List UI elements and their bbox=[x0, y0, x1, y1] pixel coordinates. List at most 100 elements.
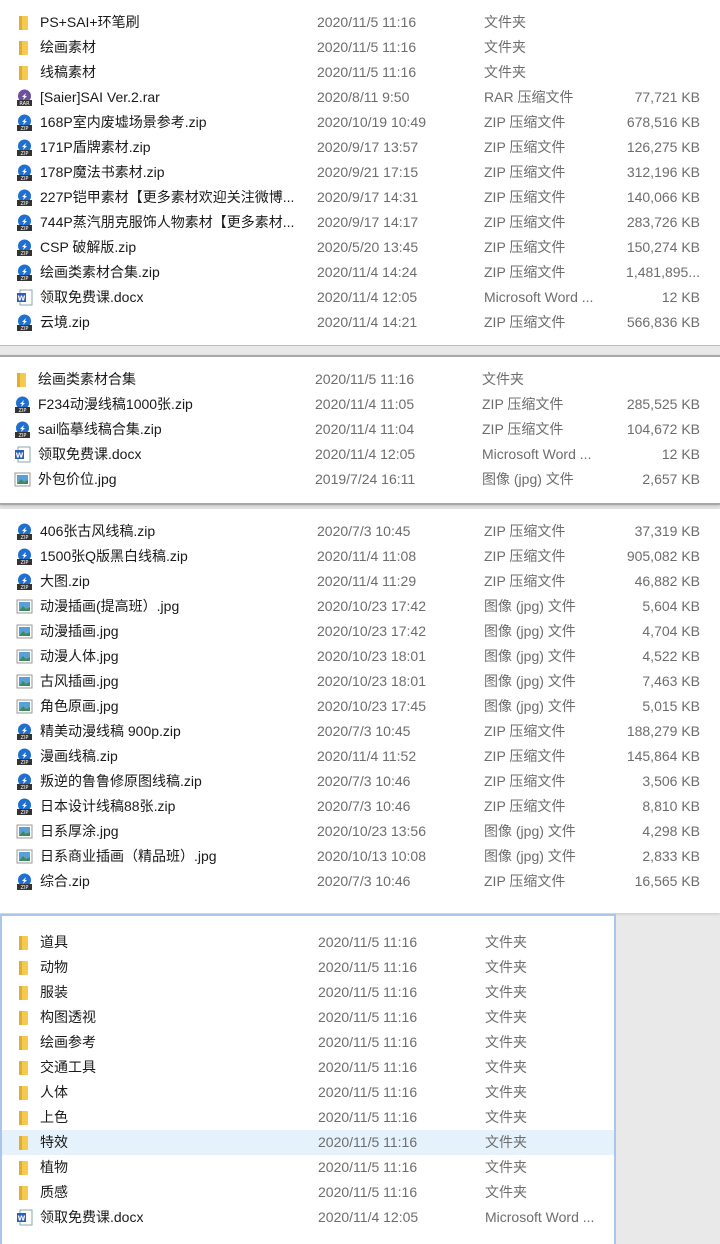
svg-text:W: W bbox=[18, 1215, 26, 1223]
file-row[interactable]: RAR [Saier]SAI Ver.2.rar 2020/8/11 9:50 … bbox=[0, 85, 720, 110]
file-date: 2020/11/5 11:16 bbox=[318, 1009, 418, 1025]
file-row[interactable]: ZIP 精美动漫线稿 900p.zip 2020/7/3 10:45 ZIP 压… bbox=[0, 719, 720, 744]
file-date: 2020/11/5 11:16 bbox=[318, 934, 418, 950]
folder-icon bbox=[16, 1184, 33, 1201]
file-row[interactable]: 道具 2020/11/5 11:16 文件夹 bbox=[2, 930, 614, 955]
svg-text:RAR: RAR bbox=[19, 101, 30, 106]
file-date: 2020/10/23 18:01 bbox=[317, 673, 426, 689]
word-icon: W bbox=[16, 289, 33, 306]
file-row[interactable]: 特效 2020/11/5 11:16 文件夹 bbox=[2, 1130, 614, 1155]
file-size: 4,522 KB bbox=[642, 648, 700, 664]
file-row[interactable]: 上色 2020/11/5 11:16 文件夹 bbox=[2, 1105, 614, 1130]
file-name: 交通工具 bbox=[40, 1059, 96, 1075]
file-name: [Saier]SAI Ver.2.rar bbox=[40, 89, 160, 105]
file-row[interactable]: ZIP 综合.zip 2020/7/3 10:46 ZIP 压缩文件 16,56… bbox=[0, 869, 720, 894]
file-row[interactable]: 古风插画.jpg 2020/10/23 18:01 图像 (jpg) 文件 7,… bbox=[0, 669, 720, 694]
file-row[interactable]: 服装 2020/11/5 11:16 文件夹 bbox=[2, 980, 614, 1005]
file-name: PS+SAI+环笔刷 bbox=[40, 14, 140, 30]
file-row[interactable]: ZIP 744P蒸汽朋克服饰人物素材【更多素材... 2020/9/17 14:… bbox=[0, 210, 720, 235]
file-size: 1,481,895... bbox=[626, 264, 700, 280]
file-date: 2020/11/4 11:04 bbox=[315, 421, 415, 437]
file-row[interactable]: PS+SAI+环笔刷 2020/11/5 11:16 文件夹 bbox=[0, 10, 720, 35]
file-date: 2020/11/5 11:16 bbox=[318, 1134, 418, 1150]
file-name: F234动漫线稿1000张.zip bbox=[38, 396, 193, 412]
file-name: 上色 bbox=[40, 1109, 68, 1125]
file-row[interactable]: ZIP 406张古风线稿.zip 2020/7/3 10:45 ZIP 压缩文件… bbox=[0, 519, 720, 544]
file-date: 2020/11/5 11:16 bbox=[318, 1109, 418, 1125]
file-row[interactable]: 日系商业插画（精品班）.jpg 2020/10/13 10:08 图像 (jpg… bbox=[0, 844, 720, 869]
file-type: ZIP 压缩文件 bbox=[484, 798, 566, 814]
file-row[interactable]: ZIP 178P魔法书素材.zip 2020/9/21 17:15 ZIP 压缩… bbox=[0, 160, 720, 185]
svg-text:ZIP: ZIP bbox=[21, 151, 29, 156]
file-name: 漫画线稿.zip bbox=[40, 748, 118, 764]
folder-icon bbox=[16, 959, 33, 976]
file-size: 905,082 KB bbox=[626, 548, 700, 564]
file-row[interactable]: 角色原画.jpg 2020/10/23 17:45 图像 (jpg) 文件 5,… bbox=[0, 694, 720, 719]
file-row[interactable]: 构图透视 2020/11/5 11:16 文件夹 bbox=[2, 1005, 614, 1030]
file-row[interactable]: 人体 2020/11/5 11:16 文件夹 bbox=[2, 1080, 614, 1105]
file-row[interactable]: ZIP 漫画线稿.zip 2020/11/4 11:52 ZIP 压缩文件 14… bbox=[0, 744, 720, 769]
file-date: 2020/9/17 13:57 bbox=[317, 139, 419, 155]
file-row[interactable]: 线稿素材 2020/11/5 11:16 文件夹 bbox=[0, 60, 720, 85]
file-row[interactable]: W 领取免费课.docx 2020/11/4 12:05 Microsoft W… bbox=[2, 1205, 614, 1230]
file-row[interactable]: 绘画参考 2020/11/5 11:16 文件夹 bbox=[2, 1030, 614, 1055]
file-type: ZIP 压缩文件 bbox=[484, 523, 566, 539]
svg-text:ZIP: ZIP bbox=[19, 408, 27, 413]
file-row[interactable]: ZIP 171P盾牌素材.zip 2020/9/17 13:57 ZIP 压缩文… bbox=[0, 135, 720, 160]
folder-icon bbox=[16, 1084, 33, 1101]
file-size: 283,726 KB bbox=[626, 214, 700, 230]
file-row[interactable]: 日系厚涂.jpg 2020/10/23 13:56 图像 (jpg) 文件 4,… bbox=[0, 819, 720, 844]
file-date: 2020/11/4 11:05 bbox=[315, 396, 415, 412]
file-row[interactable]: ZIP CSP 破解版.zip 2020/5/20 13:45 ZIP 压缩文件… bbox=[0, 235, 720, 260]
file-date: 2020/11/4 14:24 bbox=[317, 264, 418, 280]
file-date: 2020/7/3 10:46 bbox=[317, 773, 411, 789]
file-type: 文件夹 bbox=[485, 1134, 527, 1150]
file-type: 图像 (jpg) 文件 bbox=[484, 673, 576, 689]
file-row[interactable]: 外包价位.jpg 2019/7/24 16:11 图像 (jpg) 文件 2,6… bbox=[0, 467, 720, 492]
file-row[interactable]: 动物 2020/11/5 11:16 文件夹 bbox=[2, 955, 614, 980]
file-size: 2,833 KB bbox=[642, 848, 700, 864]
file-name: 领取免费课.docx bbox=[40, 1209, 144, 1225]
file-date: 2020/5/20 13:45 bbox=[317, 239, 419, 255]
file-name: 大图.zip bbox=[40, 573, 90, 589]
file-row[interactable]: ZIP sai临摹线稿合集.zip 2020/11/4 11:04 ZIP 压缩… bbox=[0, 417, 720, 442]
file-row[interactable]: ZIP 绘画类素材合集.zip 2020/11/4 14:24 ZIP 压缩文件… bbox=[0, 260, 720, 285]
file-date: 2020/11/5 11:16 bbox=[315, 371, 415, 387]
file-row[interactable]: 质感 2020/11/5 11:16 文件夹 bbox=[2, 1180, 614, 1205]
folder-icon bbox=[16, 1009, 33, 1026]
file-type: 文件夹 bbox=[485, 1184, 527, 1200]
folder-icon bbox=[16, 39, 33, 56]
file-row[interactable]: W 领取免费课.docx 2020/11/4 12:05 Microsoft W… bbox=[0, 442, 720, 467]
file-type: ZIP 压缩文件 bbox=[484, 314, 566, 330]
file-row[interactable]: ZIP 227P铠甲素材【更多素材欢迎关注微博... 2020/9/17 14:… bbox=[0, 185, 720, 210]
file-row[interactable]: ZIP 168P室内废墟场景参考.zip 2020/10/19 10:49 ZI… bbox=[0, 110, 720, 135]
file-row[interactable]: ZIP F234动漫线稿1000张.zip 2020/11/4 11:05 ZI… bbox=[0, 392, 720, 417]
file-name: 绘画素材 bbox=[40, 39, 96, 55]
file-row[interactable]: 动漫插画(提高班）.jpg 2020/10/23 17:42 图像 (jpg) … bbox=[0, 594, 720, 619]
file-type: 图像 (jpg) 文件 bbox=[484, 698, 576, 714]
file-row[interactable]: ZIP 日本设计线稿88张.zip 2020/7/3 10:46 ZIP 压缩文… bbox=[0, 794, 720, 819]
file-row[interactable]: 动漫人体.jpg 2020/10/23 18:01 图像 (jpg) 文件 4,… bbox=[0, 644, 720, 669]
file-row[interactable]: 交通工具 2020/11/5 11:16 文件夹 bbox=[2, 1055, 614, 1080]
file-name: CSP 破解版.zip bbox=[40, 239, 137, 255]
file-name: 特效 bbox=[40, 1134, 68, 1150]
file-row[interactable]: W 领取免费课.docx 2020/11/4 12:05 Microsoft W… bbox=[0, 285, 720, 310]
jpg-icon bbox=[16, 698, 33, 715]
zip-icon: ZIP bbox=[16, 773, 33, 791]
file-name: 古风插画.jpg bbox=[40, 673, 119, 689]
file-row[interactable]: 植物 2020/11/5 11:16 文件夹 bbox=[2, 1155, 614, 1180]
file-date: 2020/11/4 12:05 bbox=[318, 1209, 419, 1225]
file-row[interactable]: ZIP 叛逆的鲁鲁修原图线稿.zip 2020/7/3 10:46 ZIP 压缩… bbox=[0, 769, 720, 794]
file-date: 2020/8/11 9:50 bbox=[317, 89, 410, 105]
file-row[interactable]: 绘画素材 2020/11/5 11:16 文件夹 bbox=[0, 35, 720, 60]
file-row[interactable]: ZIP 云境.zip 2020/11/4 14:21 ZIP 压缩文件 566,… bbox=[0, 310, 720, 335]
file-name: 绘画类素材合集 bbox=[38, 371, 136, 387]
file-row[interactable]: ZIP 1500张Q版黑白线稿.zip 2020/11/4 11:08 ZIP … bbox=[0, 544, 720, 569]
file-name: 服装 bbox=[40, 984, 68, 1000]
file-row[interactable]: ZIP 大图.zip 2020/11/4 11:29 ZIP 压缩文件 46,8… bbox=[0, 569, 720, 594]
file-type: ZIP 压缩文件 bbox=[484, 748, 566, 764]
svg-text:ZIP: ZIP bbox=[21, 810, 29, 815]
file-row[interactable]: 绘画类素材合集 2020/11/5 11:16 文件夹 bbox=[0, 367, 720, 392]
file-name: 领取免费课.docx bbox=[38, 446, 142, 462]
file-row[interactable]: 动漫插画.jpg 2020/10/23 17:42 图像 (jpg) 文件 4,… bbox=[0, 619, 720, 644]
